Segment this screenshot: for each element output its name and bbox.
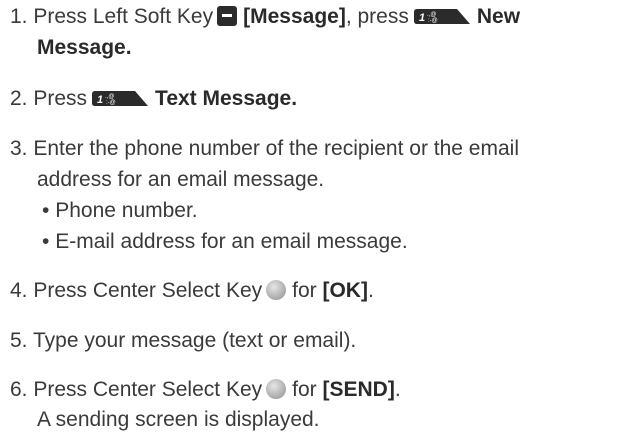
step-number: 4.: [10, 279, 28, 302]
step-number: 2.: [10, 87, 28, 110]
step-text: .: [367, 279, 374, 302]
step-text: Press Center Select Key: [33, 378, 263, 401]
center-select-key-icon: [266, 379, 287, 399]
left-soft-key-icon: [217, 6, 238, 26]
step-text: Enter the phone number of the recipient …: [33, 137, 519, 160]
bullet-item: • E-mail address for an email message.: [42, 227, 408, 257]
step-4-line: 4. Press Center Select Key for [OK].: [10, 276, 374, 306]
step-3-line-1: 3. Enter the phone number of the recipie…: [10, 134, 519, 164]
option-label: New: [476, 5, 521, 28]
step-6-line-2: A sending screen is displayed.: [37, 405, 320, 435]
center-select-key-icon: [266, 280, 287, 300]
svg-text::-@: :-@: [428, 18, 438, 24]
step-1-line-2: Message.: [37, 33, 132, 63]
instructions-document: 1. Press Left Soft Key [Message], press 1.…: [0, 0, 629, 436]
svg-text:1: 1: [97, 94, 103, 106]
bullet-icon: •: [42, 199, 50, 222]
step-number: 6.: [10, 378, 28, 401]
step-5-line: 5. Type your message (text or email).: [10, 326, 356, 356]
svg-text:1: 1: [419, 12, 425, 24]
step-text: Type your message (text or email).: [32, 329, 357, 352]
step-1-line-1: 1. Press Left Soft Key [Message], press 1.…: [10, 2, 520, 32]
step-2-line: 2. Press 1 .,@:-@ Text Message.: [10, 84, 297, 114]
bullet-icon: •: [42, 230, 50, 253]
step-number: 1.: [10, 5, 28, 28]
key-label: [SEND]: [322, 378, 395, 401]
option-label: Text Message.: [155, 87, 298, 110]
option-label: Message.: [37, 36, 132, 59]
bullet-text: Phone number.: [55, 199, 198, 222]
step-note: A sending screen is displayed.: [37, 408, 320, 431]
key-1-icon: 1 .,@:-@: [91, 90, 149, 107]
step-text: Press: [33, 87, 88, 110]
key-1-icon: 1 .,@:-@: [413, 8, 471, 25]
step-text: for: [292, 279, 317, 302]
step-text: .: [394, 378, 401, 401]
step-number: 3.: [10, 137, 28, 160]
key-label: [Message]: [243, 5, 346, 28]
step-text: for: [292, 378, 317, 401]
step-3-line-2: address for an email message.: [37, 165, 324, 195]
svg-text::-@: :-@: [106, 100, 116, 106]
step-text: Press Center Select Key: [33, 279, 263, 302]
step-number: 5.: [10, 329, 28, 352]
step-text: , press: [345, 5, 409, 28]
step-text: address for an email message.: [37, 168, 325, 191]
bullet-item: • Phone number.: [42, 196, 198, 226]
key-label: [OK]: [322, 279, 368, 302]
step-text: Press Left Soft Key: [33, 5, 214, 28]
step-6-line-1: 6. Press Center Select Key for [SEND].: [10, 375, 401, 405]
bullet-text: E-mail address for an email message.: [55, 230, 408, 253]
